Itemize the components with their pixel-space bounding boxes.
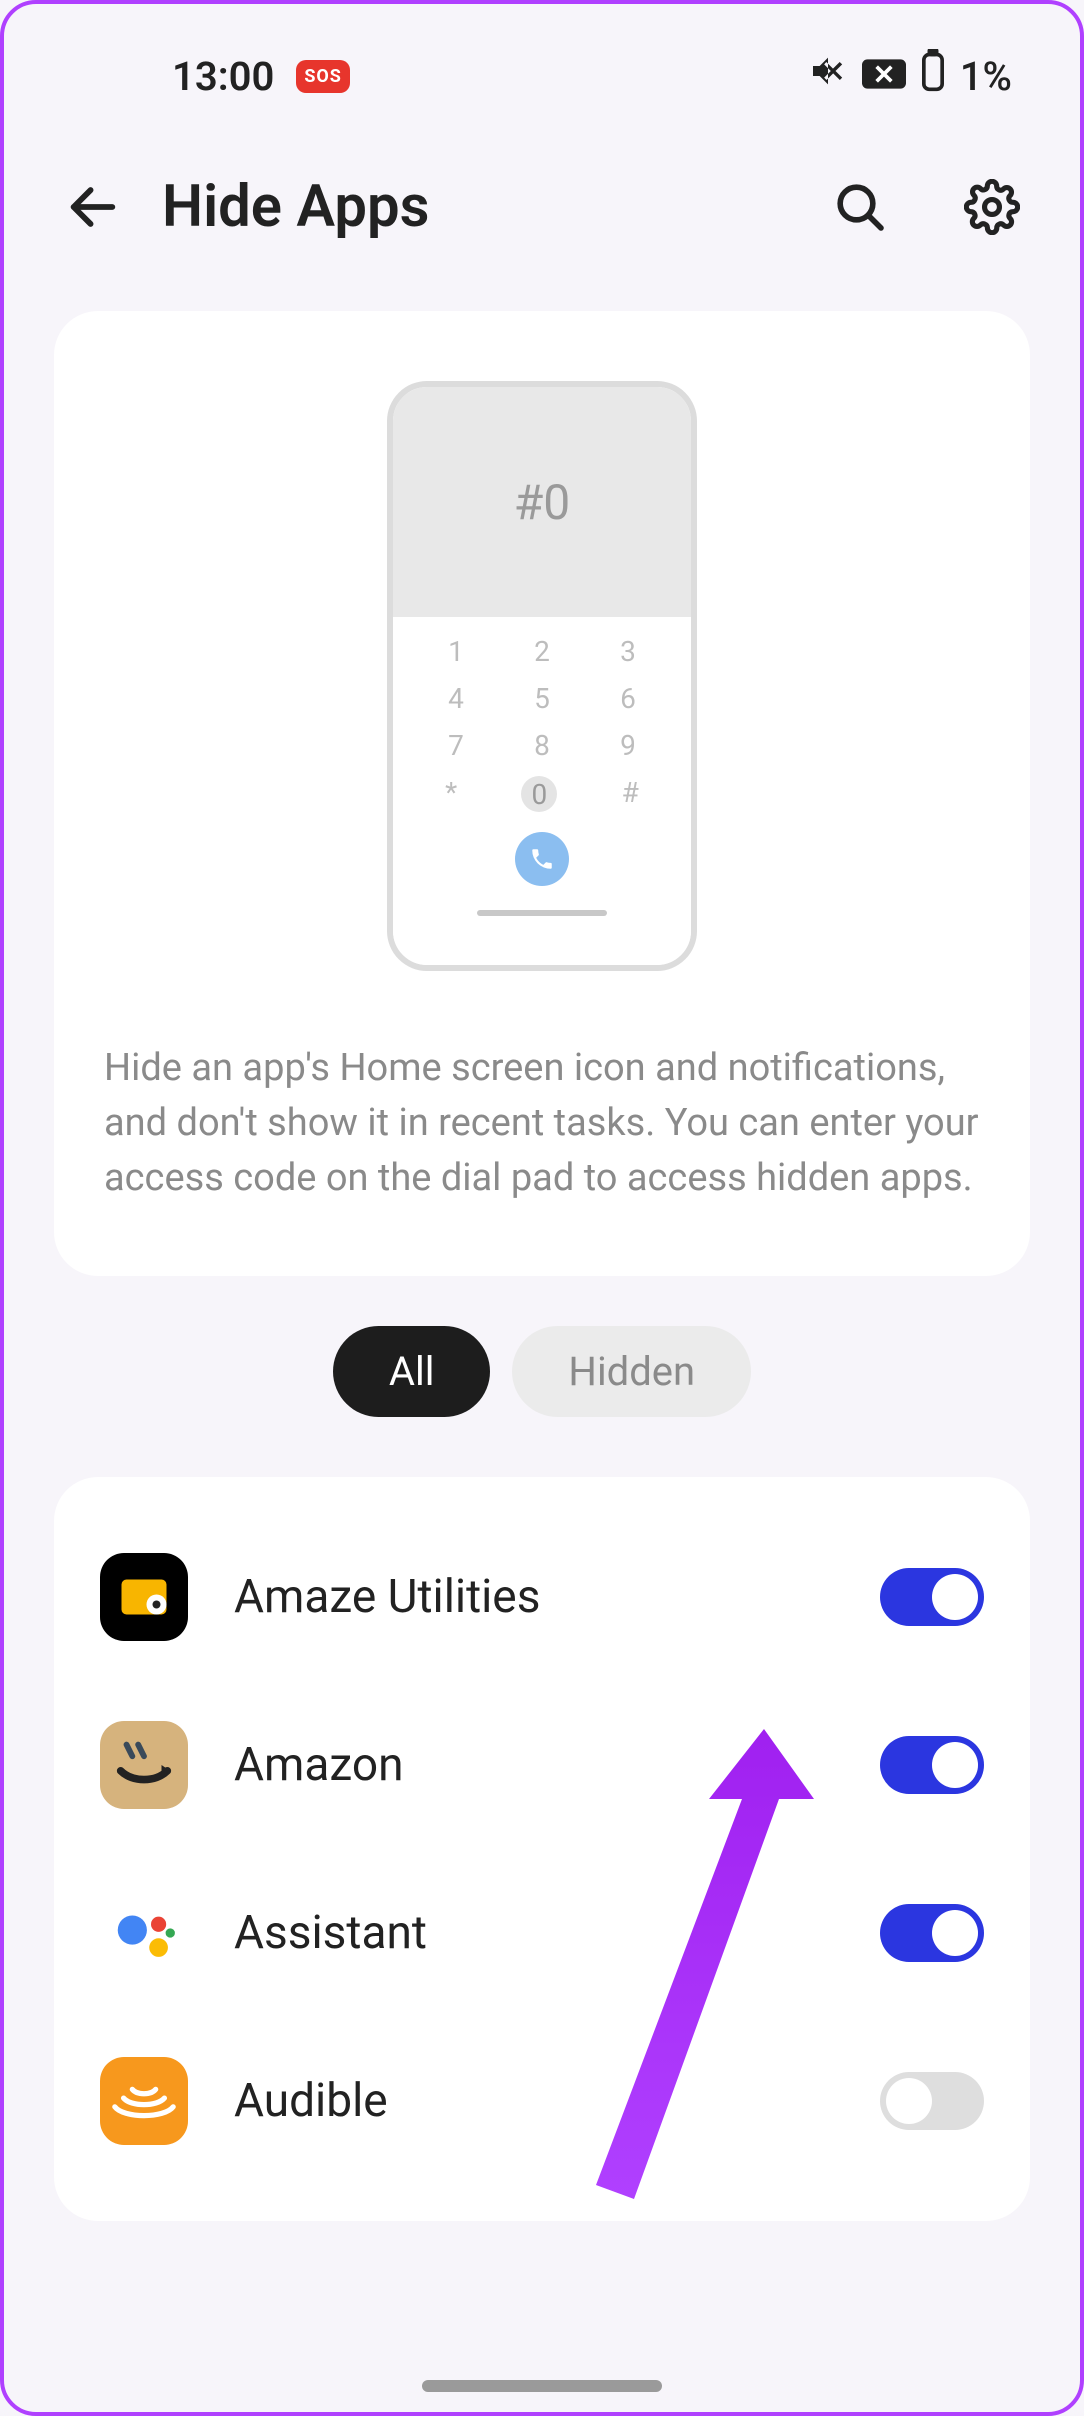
tab-hidden[interactable]: Hidden (512, 1326, 751, 1417)
battery-icon (920, 49, 946, 103)
toggle-amaze-utilities[interactable] (880, 1568, 984, 1626)
app-name-label: Audible (234, 2074, 834, 2128)
app-icon-audible (100, 2057, 188, 2145)
phone-illustration: #0 123 456 789 *0# (387, 381, 697, 971)
app-icon-assistant (100, 1889, 188, 1977)
hero-card: #0 123 456 789 *0# Hide an app's Home sc… (54, 311, 1030, 1276)
app-name-label: Amaze Utilities (234, 1570, 834, 1624)
app-name-label: Amazon (234, 1738, 834, 1792)
toggle-audible[interactable] (880, 2072, 984, 2130)
page-title: Hide Apps (162, 173, 792, 241)
status-bar: 13:00 SOS 1% (4, 4, 1080, 113)
app-row-amazon: Amazon (100, 1681, 984, 1849)
hero-description: Hide an app's Home screen icon and notif… (104, 1041, 980, 1206)
dialpad-illustration: 123 456 789 *0# (393, 617, 691, 965)
settings-button[interactable] (964, 179, 1020, 235)
card-error-icon (862, 53, 906, 100)
title-bar: Hide Apps (4, 113, 1080, 271)
tab-all[interactable]: All (333, 1326, 491, 1417)
back-button[interactable] (64, 178, 122, 236)
search-button[interactable] (832, 179, 888, 235)
gesture-bar (422, 2380, 662, 2392)
app-row-assistant: Assistant (100, 1849, 984, 2017)
app-row-amaze-utilities: Amaze Utilities (100, 1513, 984, 1681)
status-time: 13:00 (172, 53, 274, 100)
battery-percent: 1% (960, 53, 1012, 100)
access-code-display: #0 (514, 474, 571, 531)
app-icon-amazon (100, 1721, 188, 1809)
toggle-assistant[interactable] (880, 1904, 984, 1962)
sos-badge: SOS (296, 60, 350, 93)
app-list: Amaze Utilities Amazon Assistant Audible (54, 1477, 1030, 2221)
app-name-label: Assistant (234, 1906, 834, 1960)
app-icon-amaze (100, 1553, 188, 1641)
toggle-amazon[interactable] (880, 1736, 984, 1794)
dial-icon (515, 832, 569, 886)
mute-icon (808, 51, 848, 101)
filter-tabs: All Hidden (4, 1326, 1080, 1417)
app-row-audible: Audible (100, 2017, 984, 2185)
